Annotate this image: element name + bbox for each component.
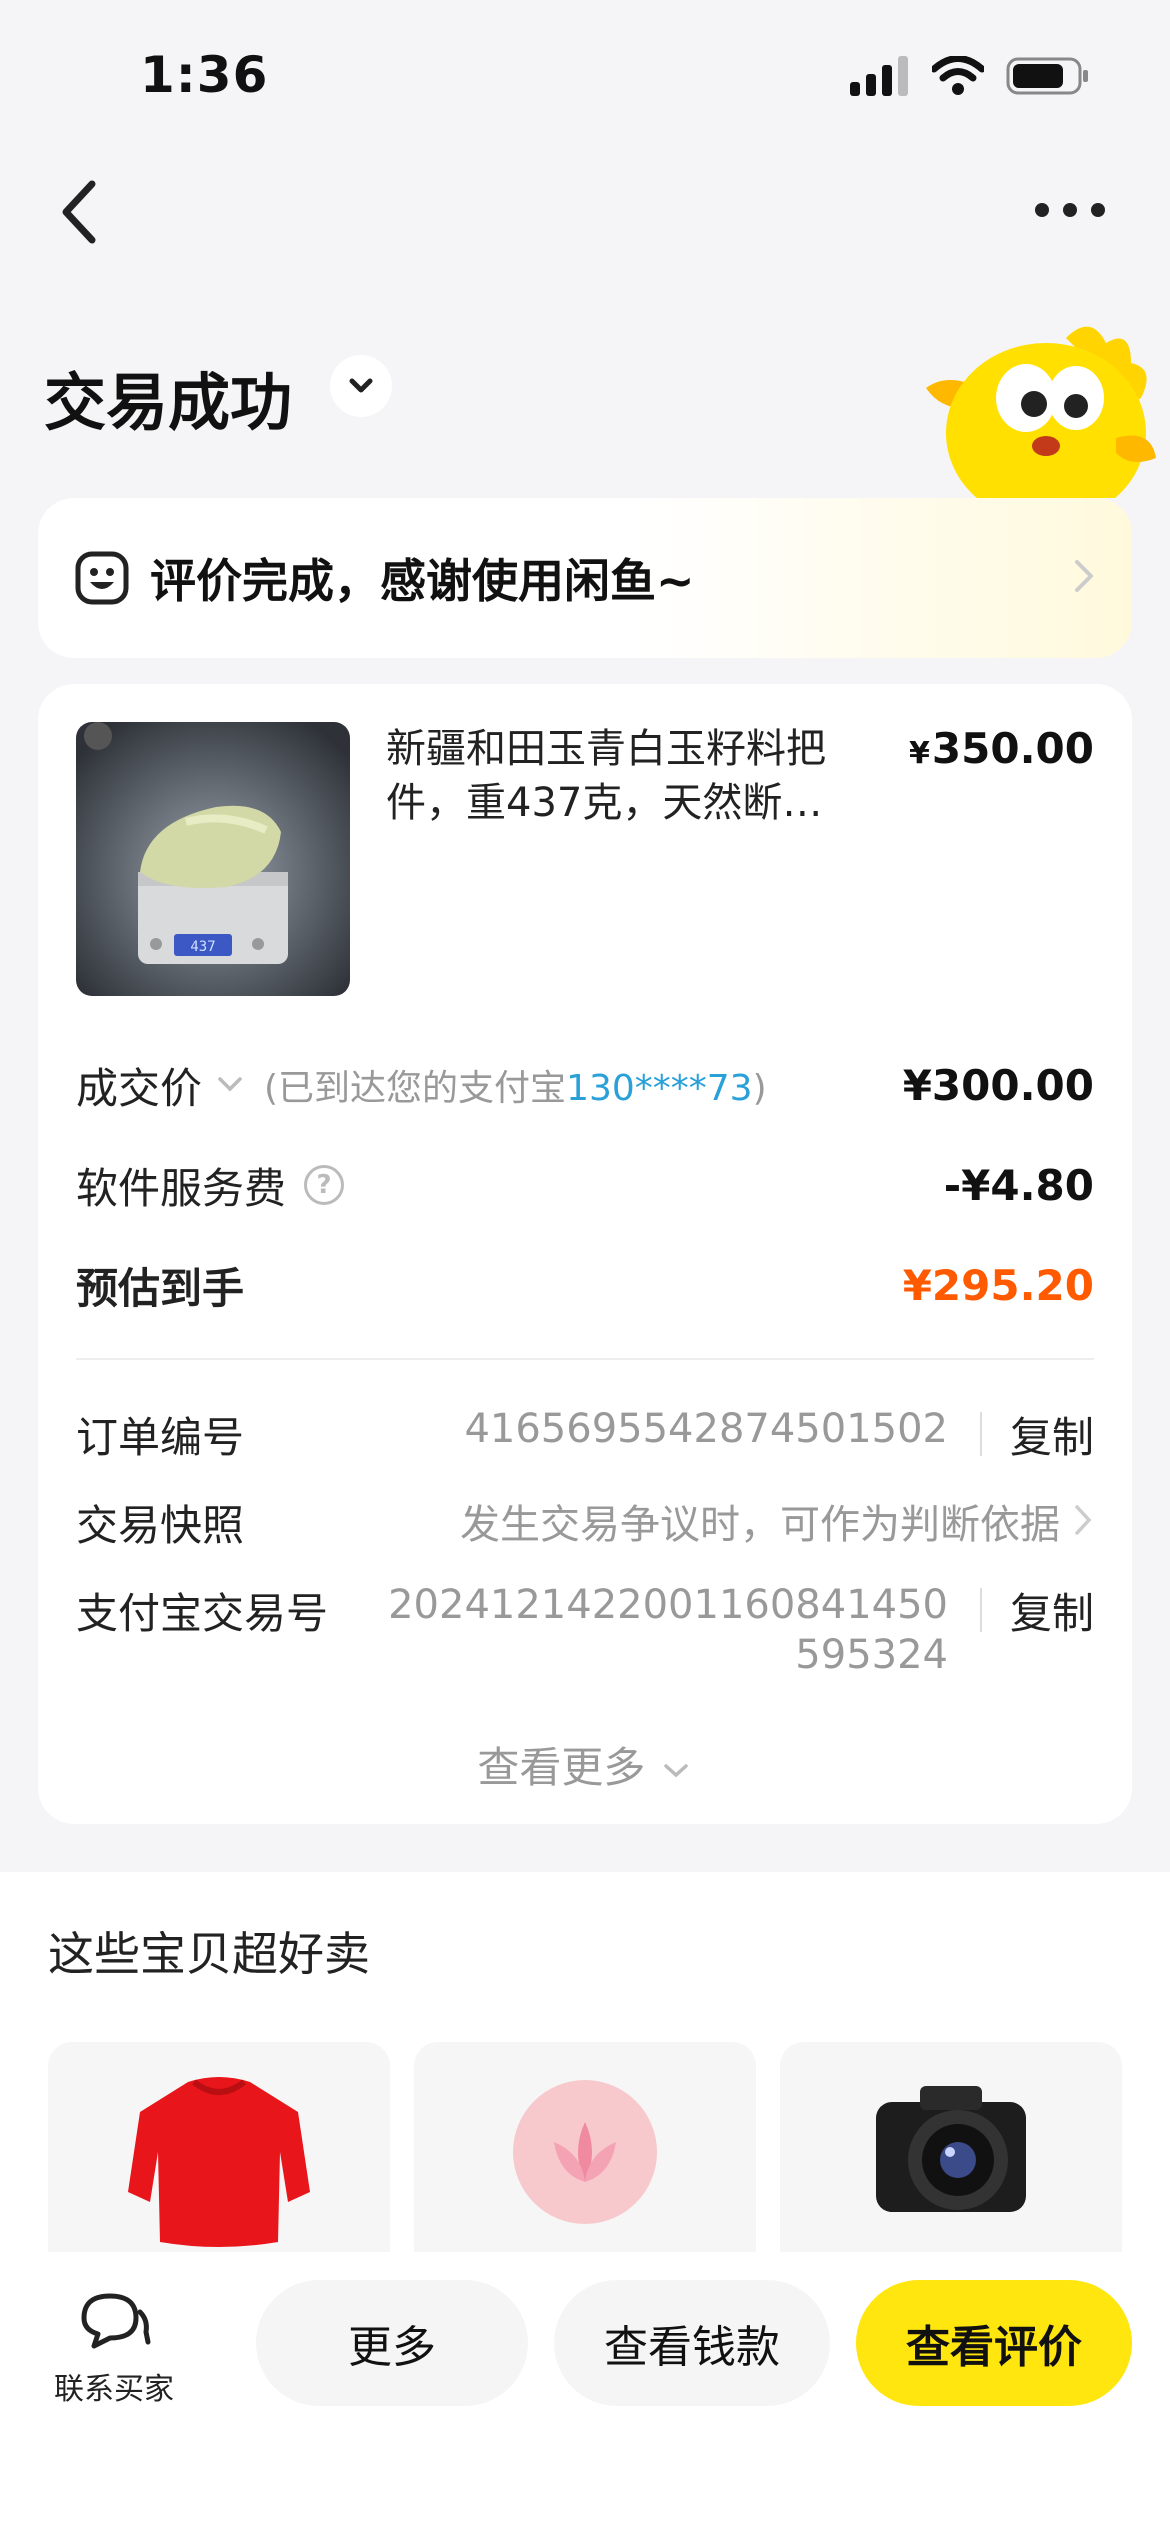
ellipsis-icon <box>1035 203 1105 217</box>
title-expand-button[interactable] <box>330 355 392 417</box>
svg-text:437: 437 <box>190 939 215 955</box>
battery-icon <box>1006 57 1088 95</box>
service-fee-value: -¥4.80 <box>943 1160 1094 1210</box>
deal-price-value: ¥300.00 <box>902 1060 1094 1110</box>
review-banner-label: 评价完成，感谢使用闲鱼~ <box>150 554 695 608</box>
more-button[interactable]: 更多 <box>256 2280 528 2406</box>
status-icons <box>850 56 1090 96</box>
chevron-down-icon <box>349 378 373 393</box>
product-price: ¥350.00 <box>909 724 1094 773</box>
contact-buyer-button[interactable]: 联系买家 <box>44 2290 184 2408</box>
help-icon[interactable]: ? <box>304 1165 345 1205</box>
trade-snapshot-hint: 发生交易争议时，可作为判断依据 <box>460 1502 1060 1548</box>
bottom-action-bar: 联系买家 更多 查看钱款 查看评价 <box>0 2252 1170 2532</box>
wifi-icon <box>932 56 984 95</box>
product-title[interactable]: 新疆和田玉青白玉籽料把件，重437克，天然断… <box>386 722 886 830</box>
alipay-trade-label: 支付宝交易号 <box>76 1589 329 1638</box>
status-time: 1:36 <box>140 46 269 104</box>
order-number-row: 订单编号 4165695542874501502 复制 <box>76 1404 1094 1464</box>
estimate-label: 预估到手 <box>76 1263 245 1313</box>
smile-face-icon <box>75 551 129 605</box>
status-bar: 1:36 <box>0 0 1170 150</box>
more-options-button[interactable] <box>1030 190 1110 230</box>
trade-snapshot-label: 交易快照 <box>76 1501 245 1550</box>
order-number-label: 订单编号 <box>76 1413 245 1462</box>
chevron-down-icon[interactable] <box>212 1073 248 1097</box>
estimate-value: ¥295.20 <box>902 1260 1094 1310</box>
chevron-down-icon <box>663 1763 688 1777</box>
recommendations-title: 这些宝贝超好卖 <box>48 1927 370 1981</box>
back-button[interactable] <box>50 170 120 250</box>
service-fee-row: 软件服务费 ? -¥4.80 <box>76 1150 1094 1220</box>
product-image[interactable]: 437 <box>76 722 350 996</box>
fish-mascot-icon <box>926 326 1156 498</box>
divider <box>980 1588 982 1632</box>
order-card: 437 新疆和田玉青白玉籽料把件，重437克，天然断… ¥350.00 成交价 … <box>38 684 1132 1824</box>
review-complete-banner[interactable]: 评价完成，感谢使用闲鱼~ <box>38 498 1132 658</box>
nav-bar <box>0 160 1170 260</box>
chat-bubble-icon <box>81 2293 151 2349</box>
divider <box>76 1358 1094 1360</box>
divider <box>980 1412 982 1456</box>
chevron-left-icon <box>62 180 96 244</box>
copy-order-number-button[interactable]: 复制 <box>1010 1404 1094 1465</box>
chevron-right-icon <box>1075 1505 1092 1535</box>
jade-on-scale-image: 437 <box>76 722 350 996</box>
alipay-account: 130****73 <box>566 1068 753 1109</box>
see-more-button[interactable]: 查看更多 <box>38 1734 1132 1795</box>
trade-snapshot-row[interactable]: 交易快照 发生交易争议时，可作为判断依据 <box>76 1492 1094 1552</box>
deal-price-note: (已到达您的支付宝130****73) <box>264 1068 767 1109</box>
contact-buyer-label: 联系买家 <box>54 2372 174 2407</box>
view-review-button[interactable]: 查看评价 <box>856 2280 1132 2406</box>
copy-alipay-number-button[interactable]: 复制 <box>1010 1580 1094 1641</box>
page-title: 交易成功 <box>44 366 293 439</box>
order-number-value: 4165695542874501502 <box>464 1406 948 1452</box>
alipay-trade-number: 202412142200116084145​0 595324 <box>388 1582 948 1678</box>
view-funds-button[interactable]: 查看钱款 <box>554 2280 830 2406</box>
estimate-row: 预估到手 ¥295.20 <box>76 1250 1094 1320</box>
chevron-right-icon <box>1075 560 1093 592</box>
deal-price-row: 成交价 (已到达您的支付宝130****73) ¥300.00 <box>76 1050 1094 1120</box>
deal-price-label[interactable]: 成交价 <box>76 1055 202 1116</box>
alipay-trade-row: 支付宝交易号 202412142200116084145​0 595324 复制 <box>76 1580 1094 1690</box>
service-fee-label: 软件服务费 <box>76 1163 287 1213</box>
cellular-signal-icon <box>850 56 908 96</box>
